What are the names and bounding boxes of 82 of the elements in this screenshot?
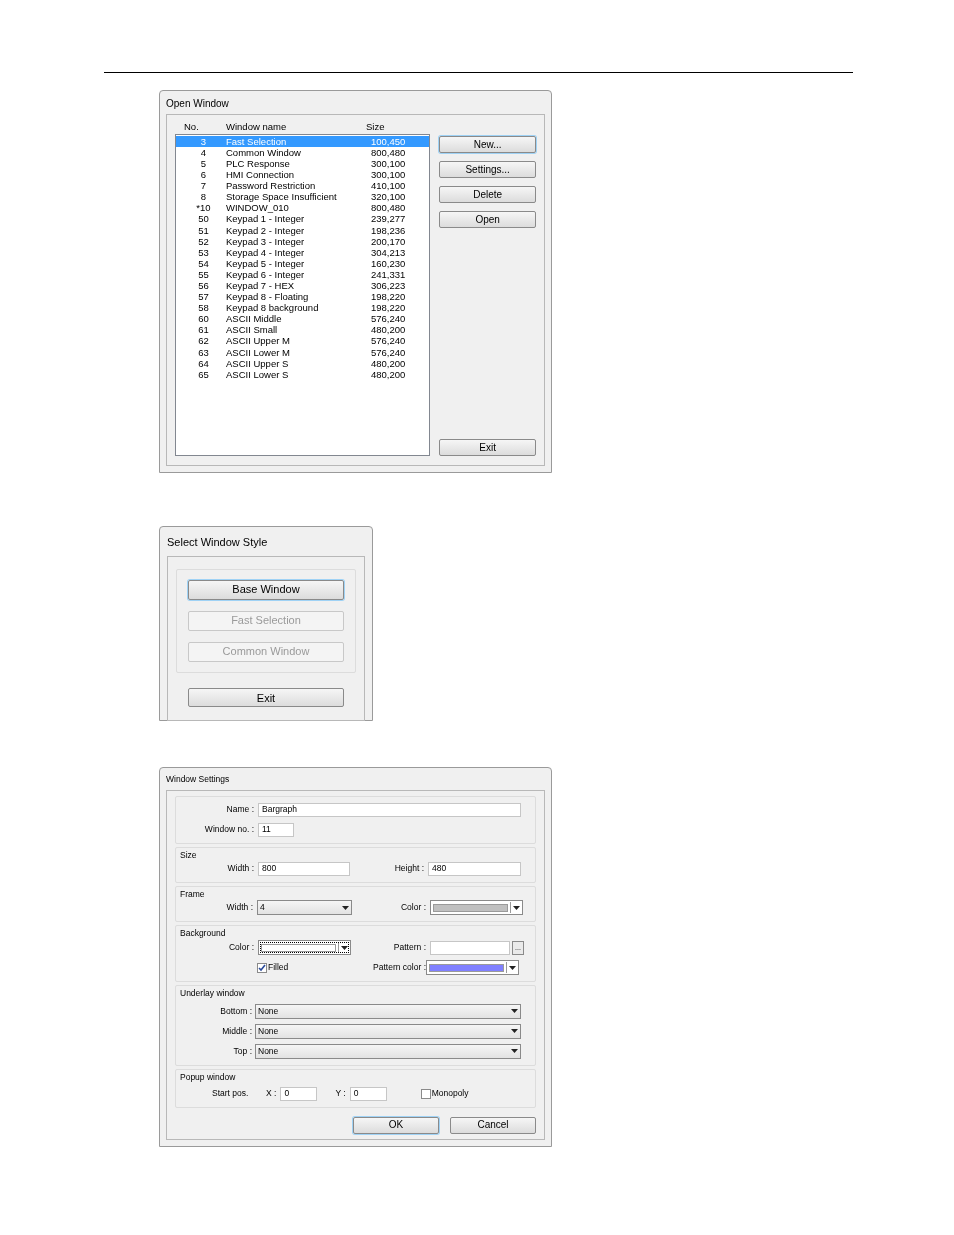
list-row[interactable]: 50 Keypad 1 - Integer 239,277 xyxy=(176,213,430,225)
color-picker[interactable] xyxy=(426,960,519,975)
checkbox[interactable] xyxy=(257,962,267,973)
list-row[interactable]: 62 ASCII Upper M 576,240 xyxy=(176,335,430,347)
dropdown[interactable]: None xyxy=(255,1043,521,1059)
caret-icon xyxy=(513,905,520,910)
list-row[interactable]: 53 Keypad 4 - Integer 304,213 xyxy=(176,246,430,259)
checkbox[interactable] xyxy=(420,1088,431,1099)
window-title: Window Settings xyxy=(166,773,231,786)
list-row[interactable]: 57 Keypad 8 - Floating 198,220 xyxy=(176,291,430,303)
list-row[interactable]: 58 Keypad 8 background 198,220 xyxy=(176,302,430,314)
list-row[interactable]: 7 Password Restriction 410,100 xyxy=(176,180,430,192)
list-row[interactable]: 55 Keypad 6 - Integer 241,331 xyxy=(176,269,430,281)
dropdown[interactable]: None xyxy=(255,1003,521,1019)
field-label: Color : xyxy=(399,901,426,915)
caret-icon xyxy=(341,945,348,950)
caret-icon xyxy=(511,1049,518,1054)
list-row[interactable]: 8 Storage Space Insufficient 320,100 xyxy=(176,191,430,203)
group-title: Frame xyxy=(180,887,206,901)
exit-button[interactable]: Exit xyxy=(188,688,344,708)
text-field[interactable]: 480 xyxy=(428,861,521,876)
column-header: Size xyxy=(366,119,385,134)
field-label: X : xyxy=(266,1087,277,1100)
window-title: Select Window Style xyxy=(167,535,269,550)
caret-icon xyxy=(342,905,349,910)
dialog-button[interactable]: Open xyxy=(439,211,536,228)
field-label: Top : xyxy=(232,1044,252,1058)
caret-icon xyxy=(511,1029,518,1034)
list-row[interactable]: 52 Keypad 3 - Integer 200,170 xyxy=(176,235,430,247)
dialog-button[interactable]: Cancel xyxy=(450,1116,536,1134)
text-field[interactable]: 11 xyxy=(258,822,294,837)
window-title: Open Window xyxy=(166,97,230,111)
list-row[interactable]: 51 Keypad 2 - Integer 198,236 xyxy=(176,224,430,236)
checkbox-label: Filled xyxy=(268,961,289,974)
caret-icon xyxy=(511,1009,518,1014)
dialog-button[interactable]: New... xyxy=(439,136,536,153)
list-row[interactable]: 60 ASCII Middle 576,240 xyxy=(176,313,430,325)
field-label: Start pos. xyxy=(212,1087,250,1100)
field-label: Pattern : xyxy=(392,941,426,954)
dropdown[interactable]: 4 xyxy=(257,900,352,916)
text-field[interactable]: 0 xyxy=(280,1086,318,1101)
field-label: Width : xyxy=(226,862,254,875)
color-picker[interactable] xyxy=(430,900,523,916)
field-label: Bottom : xyxy=(219,1004,252,1018)
text-field[interactable] xyxy=(430,940,510,955)
field-label: Window no. : xyxy=(203,823,254,837)
list-row[interactable]: 61 ASCII Small 480,200 xyxy=(176,324,430,336)
column-header: No. xyxy=(183,119,200,134)
field-label: Name : xyxy=(225,803,254,817)
text-field[interactable]: Bargraph xyxy=(258,802,521,817)
dialog-button[interactable]: Settings... xyxy=(439,161,536,178)
group-title: Popup window xyxy=(180,1070,237,1084)
color-picker[interactable] xyxy=(258,940,351,955)
list-row[interactable]: *10 WINDOW_010 800,480 xyxy=(176,202,430,214)
list-row[interactable]: 63 ASCII Lower M 576,240 xyxy=(176,346,430,358)
group-title: Background xyxy=(180,927,227,940)
column-header: Window name xyxy=(226,119,288,134)
field-label: Color : xyxy=(227,941,254,954)
field-label: Pattern color : xyxy=(372,961,426,974)
check-icon xyxy=(258,963,266,972)
text-field[interactable]: 800 xyxy=(258,861,350,876)
list-row[interactable]: 4 Common Window 800,480 xyxy=(176,147,430,159)
list-row[interactable]: 5 PLC Response 300,100 xyxy=(176,158,430,170)
list-row[interactable]: 54 Keypad 5 - Integer 160,230 xyxy=(176,258,430,270)
exit-button[interactable]: Exit xyxy=(439,439,536,456)
group-title: Underlay window xyxy=(180,987,246,1000)
field-label: Width : xyxy=(225,901,253,915)
field-label: Height : xyxy=(393,862,424,875)
dialog-button[interactable]: Delete xyxy=(439,186,536,203)
list-row[interactable]: 64 ASCII Upper S 480,200 xyxy=(176,357,430,369)
style-option-button[interactable]: Base Window xyxy=(188,579,344,600)
dropdown[interactable]: None xyxy=(255,1023,521,1039)
dialog-button[interactable]: OK xyxy=(353,1116,439,1134)
group-title: Size xyxy=(180,848,198,862)
checkbox-label: Monopoly xyxy=(431,1087,469,1100)
list-row[interactable]: 56 Keypad 7 - HEX 306,223 xyxy=(176,280,430,292)
caret-icon xyxy=(509,965,516,970)
list-row[interactable]: 65 ASCII Lower S 480,200 xyxy=(176,368,430,381)
field-label: Middle : xyxy=(221,1024,252,1038)
field-label: Y : xyxy=(335,1087,346,1100)
list-row[interactable]: 6 HMI Connection 300,100 xyxy=(176,169,430,181)
text-field[interactable]: 0 xyxy=(349,1086,387,1101)
